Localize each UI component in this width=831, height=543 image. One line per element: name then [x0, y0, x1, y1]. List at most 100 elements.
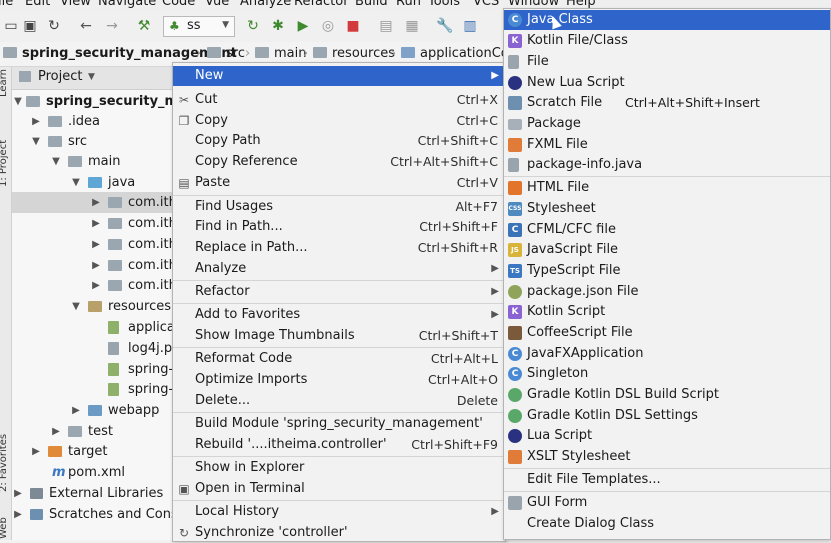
submenu-item-java-class[interactable]: C Java Class: [504, 10, 830, 30]
menu-item-build-module[interactable]: Build Module 'spring_security_management…: [173, 414, 505, 434]
menu-item-open-in-terminal[interactable]: ▣ Open in Terminal: [173, 479, 505, 499]
menu-navigate[interactable]: Navigate: [98, 0, 156, 10]
submenu-item-gradle-kotlin-settings[interactable]: Gradle Kotlin DSL Settings: [504, 406, 830, 426]
menu-item-copy-reference[interactable]: Copy Reference Ctrl+Alt+Shift+C: [173, 152, 505, 172]
submenu-item-file[interactable]: File: [504, 52, 830, 72]
breadcrumb-resources[interactable]: resources: [313, 45, 395, 63]
settings-wrench-icon[interactable]: 🔧: [436, 18, 453, 34]
tree-item-file[interactable]: applicat: [12, 317, 180, 338]
tree-item-file[interactable]: spring-r: [12, 359, 180, 380]
tree-item-main[interactable]: ▼ main: [12, 151, 180, 172]
breadcrumb-main[interactable]: main: [255, 45, 306, 63]
menu-refactor[interactable]: Refactor: [294, 0, 349, 10]
tree-item-package[interactable]: ▶ com.ithe: [12, 213, 180, 234]
menu-item-find-in-path[interactable]: Find in Path... Ctrl+Shift+F: [173, 217, 505, 237]
tree-item-package[interactable]: ▶ com.ithe: [12, 234, 180, 255]
vcs-icon[interactable]: ▦: [404, 18, 420, 34]
menu-item-reformat-code[interactable]: Reformat Code Ctrl+Alt+L: [173, 349, 505, 369]
submenu-item-javascript-file[interactable]: JS JavaScript File: [504, 240, 830, 260]
submenu-item-scratch-file[interactable]: Scratch File Ctrl+Alt+Shift+Insert: [504, 93, 830, 113]
tree-item-resources[interactable]: ▼ resources: [12, 296, 180, 317]
stop-icon[interactable]: ■: [345, 18, 361, 34]
run-configuration-select[interactable]: ♣ ss ▼: [163, 16, 235, 37]
tree-item-package[interactable]: ▶ com.ithe: [12, 255, 180, 276]
menu-vcs[interactable]: VCS: [473, 0, 499, 10]
menu-build[interactable]: Build: [355, 0, 388, 10]
back-icon[interactable]: ←: [78, 18, 94, 34]
tree-item-scratches[interactable]: ▶ Scratches and Consol: [12, 504, 180, 525]
tree-item-pom[interactable]: m pom.xml: [12, 462, 180, 483]
tree-item-file[interactable]: log4j.pr: [12, 338, 180, 359]
submenu-item-kotlin-script[interactable]: K Kotlin Script: [504, 302, 830, 322]
tree-item-src[interactable]: ▼ src: [12, 131, 180, 152]
menu-edit[interactable]: Edit: [25, 0, 50, 10]
tree-item-java[interactable]: ▼ java: [12, 172, 180, 193]
refresh-icon[interactable]: ↻: [46, 18, 62, 34]
submenu-item-coffeescript-file[interactable]: CoffeeScript File: [504, 323, 830, 343]
tree-item-idea[interactable]: ▶ .idea: [12, 111, 180, 132]
submenu-item-typescript-file[interactable]: TS TypeScript File: [504, 261, 830, 281]
menu-item-new[interactable]: New ▶: [173, 66, 505, 86]
tree-item-target[interactable]: ▶ target: [12, 441, 180, 462]
menu-item-paste[interactable]: ▤ Paste Ctrl+V: [173, 173, 505, 193]
submenu-item-fxml-file[interactable]: FXML File: [504, 135, 830, 155]
tree-item-package[interactable]: ▶ com.ithe: [12, 275, 180, 296]
submenu-item-lua-script[interactable]: Lua Script: [504, 426, 830, 446]
menu-analyze[interactable]: Analyze: [240, 0, 291, 10]
menu-item-analyze[interactable]: Analyze ▶: [173, 259, 505, 279]
submenu-item-gradle-kotlin-build[interactable]: Gradle Kotlin DSL Build Script: [504, 385, 830, 405]
profile-icon[interactable]: ◎: [320, 18, 336, 34]
menu-view[interactable]: View: [60, 0, 91, 10]
menu-item-local-history[interactable]: Local History ▶: [173, 502, 505, 522]
tree-item-external-libraries[interactable]: ▶ External Libraries: [12, 483, 180, 504]
chevron-down-icon[interactable]: ▼: [88, 72, 95, 82]
submenu-item-xslt-stylesheet[interactable]: XSLT Stylesheet: [504, 447, 830, 467]
submenu-item-new-lua-script[interactable]: New Lua Script: [504, 73, 830, 93]
submenu-item-cfml-file[interactable]: C CFML/CFC file: [504, 220, 830, 240]
menu-item-copy-path[interactable]: Copy Path Ctrl+Shift+C: [173, 131, 505, 151]
learn-tab[interactable]: Learn: [0, 69, 9, 97]
breadcrumb-project[interactable]: spring_security_management: [3, 45, 237, 63]
web-tool-tab[interactable]: Web: [0, 517, 9, 539]
menu-item-optimize-imports[interactable]: Optimize Imports Ctrl+Alt+O: [173, 370, 505, 390]
tree-item-package-selected[interactable]: ▶ com.ithe: [12, 192, 180, 213]
debug-bug-icon[interactable]: ✱: [270, 18, 286, 34]
submenu-item-gui-form[interactable]: GUI Form: [504, 493, 830, 513]
submenu-item-create-dialog-class[interactable]: Create Dialog Class: [504, 514, 830, 534]
submenu-item-javafx-application[interactable]: C JavaFXApplication: [504, 344, 830, 364]
open-folder-icon[interactable]: ▭: [3, 18, 19, 34]
submenu-item-edit-file-templates[interactable]: Edit File Templates...: [504, 470, 830, 490]
menu-item-replace-in-path[interactable]: Replace in Path... Ctrl+Shift+R: [173, 238, 505, 258]
menu-item-show-in-explorer[interactable]: Show in Explorer: [173, 458, 505, 478]
menu-item-cut[interactable]: ✂ Cut Ctrl+X: [173, 90, 505, 110]
menu-item-synchronize[interactable]: ↻ Synchronize 'controller': [173, 523, 505, 543]
project-panel-title[interactable]: Project: [38, 69, 82, 84]
menu-item-find-usages[interactable]: Find Usages Alt+F7: [173, 197, 505, 217]
breadcrumb-src[interactable]: src: [207, 45, 245, 63]
project-structure-icon[interactable]: ▥: [462, 18, 478, 34]
menu-file[interactable]: ile: [0, 0, 13, 10]
tree-item-file[interactable]: spring-s: [12, 379, 180, 400]
menu-run[interactable]: Run: [396, 0, 421, 10]
menu-item-delete[interactable]: Delete... Delete: [173, 391, 505, 411]
submenu-item-html-file[interactable]: HTML File: [504, 178, 830, 198]
menu-item-copy[interactable]: ❐ Copy Ctrl+C: [173, 111, 505, 131]
submenu-item-package-info[interactable]: package-info.java: [504, 155, 830, 175]
update-icon[interactable]: ▤: [378, 18, 394, 34]
run-coverage-icon[interactable]: ▶: [295, 18, 311, 34]
tree-item-test[interactable]: ▶ test: [12, 421, 180, 442]
menu-tools[interactable]: Tools: [428, 0, 460, 10]
submenu-item-package-json[interactable]: package.json File: [504, 282, 830, 302]
menu-item-rebuild[interactable]: Rebuild '....itheima.controller' Ctrl+Shi…: [173, 435, 505, 455]
breadcrumb-file[interactable]: applicationCon: [401, 45, 517, 63]
project-tool-tab[interactable]: 1: Project: [0, 140, 9, 187]
rerun-icon[interactable]: ↻: [245, 18, 261, 34]
submenu-item-kotlin-file[interactable]: K Kotlin File/Class: [504, 31, 830, 51]
submenu-item-package[interactable]: Package: [504, 114, 830, 134]
menu-vue[interactable]: Vue: [205, 0, 229, 10]
tree-item-webapp[interactable]: ▶ webapp: [12, 400, 180, 421]
build-hammer-icon[interactable]: ⚒: [136, 18, 152, 34]
menu-item-show-image-thumbnails[interactable]: Show Image Thumbnails Ctrl+Shift+T: [173, 326, 505, 346]
tree-item-project-root[interactable]: ▼ spring_security_man: [12, 91, 180, 112]
forward-icon[interactable]: →: [104, 18, 120, 34]
